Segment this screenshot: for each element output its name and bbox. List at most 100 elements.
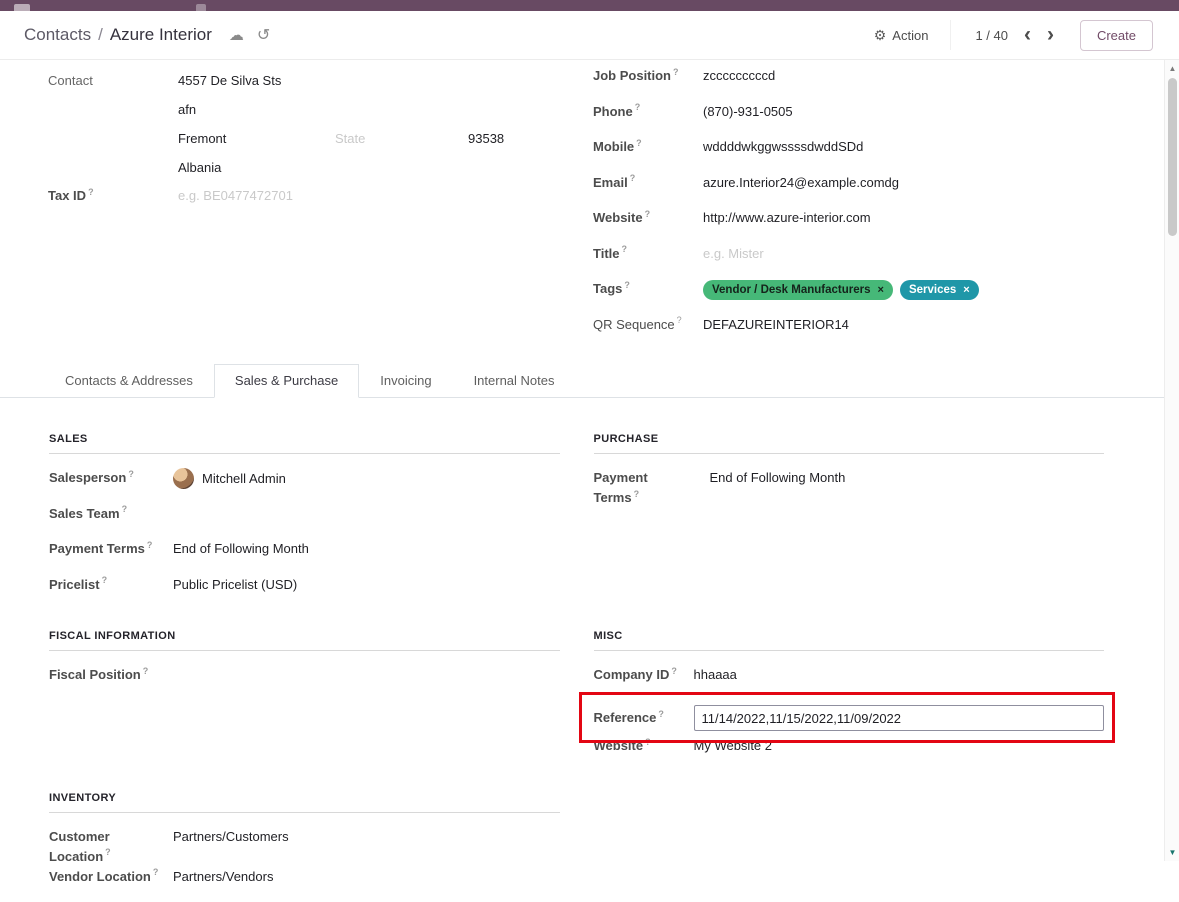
help-icon: ? [658,709,664,719]
website-field[interactable]: http://www.azure-interior.com [703,208,871,228]
pricelist-label: Pricelist? [49,575,173,595]
pricelist-field[interactable]: Public Pricelist (USD) [173,575,297,595]
details-column: Job Position? zcccccccccd Phone? (870)-9… [593,66,1104,350]
tab-internal-notes[interactable]: Internal Notes [453,364,576,397]
scrollbar-thumb[interactable] [1168,78,1177,236]
title-field[interactable]: e.g. Mister [703,244,764,264]
tag-vendor-desk-manufacturers[interactable]: Vendor / Desk Manufacturers × [703,280,893,300]
job-position-field[interactable]: zcccccccccd [703,66,775,86]
save-cloud-icon[interactable]: ☁ [229,26,244,44]
tax-id-field[interactable]: e.g. BE0477472701 [178,186,293,206]
reference-input[interactable] [694,705,1105,731]
create-button[interactable]: Create [1080,20,1153,51]
field-row-title: Title? e.g. Mister [593,244,1104,280]
help-icon: ? [143,666,149,676]
tag-label: Services [909,282,956,298]
purchase-section-title: PURCHASE [594,433,1105,454]
payment-terms-label: Payment Terms? [49,539,173,559]
field-row-tags: Tags? Vendor / Desk Manufacturers × Serv… [593,279,1104,315]
salesperson-name[interactable]: Mitchell Admin [202,469,286,489]
sales-team-label: Sales Team? [49,504,173,524]
misc-website-label-text: Website [594,738,644,753]
purchase-payment-terms-field[interactable]: End of Following Month [710,468,846,488]
nav-menu-item[interactable] [196,4,206,11]
gear-icon: ⚙ [874,27,887,44]
field-row-fiscal-position: Fiscal Position? [49,665,560,701]
payment-terms-label-text: Payment Terms [49,541,145,556]
inventory-section: INVENTORY Customer Location? Partners/Cu… [49,792,560,902]
qr-sequence-field[interactable]: DEFAZUREINTERIOR14 [703,315,849,335]
tags-field[interactable]: Vendor / Desk Manufacturers × Services × [703,279,979,300]
top-navbar [0,0,1179,11]
help-icon: ? [634,489,640,499]
phone-label-text: Phone [593,104,633,119]
tag-remove-icon[interactable]: × [963,282,969,298]
city-field[interactable]: Fremont [178,124,335,153]
help-icon: ? [153,867,159,877]
breadcrumb-contacts-link[interactable]: Contacts [24,25,91,45]
email-field[interactable]: azure.Interior24@example.comdg [703,173,899,193]
payment-terms-field[interactable]: End of Following Month [173,539,309,559]
phone-field[interactable]: (870)-931-0505 [703,102,793,122]
breadcrumb: Contacts / Azure Interior ☁ ↺ [24,25,270,45]
email-label: Email? [593,173,703,193]
discard-changes-icon[interactable]: ↺ [257,25,270,45]
field-row-misc-website: Website? My Website 2 [594,736,1105,772]
vendor-location-field[interactable]: Partners/Vendors [173,867,273,887]
pager-value: 1 / 40 [975,28,1008,43]
scroll-up-icon[interactable]: ▲ [1165,64,1179,73]
field-row-website: Website? http://www.azure-interior.com [593,208,1104,244]
control-panel: Contacts / Azure Interior ☁ ↺ ⚙ Action 1… [0,11,1179,60]
salesperson-avatar [173,468,194,489]
help-icon: ? [102,575,108,585]
notebook-tabs: Contacts & Addresses Sales & Purchase In… [0,364,1164,398]
customer-location-field[interactable]: Partners/Customers [173,827,289,847]
tab-sales-purchase[interactable]: Sales & Purchase [214,364,359,398]
mobile-label-text: Mobile [593,139,634,154]
tag-remove-icon[interactable]: × [878,282,884,298]
field-row-sales-team: Sales Team? [49,504,560,540]
sales-team-label-text: Sales Team [49,506,120,521]
mobile-field[interactable]: wddddwkggwssssdwddSDd [703,137,863,157]
sales-purchase-tab-content: SALES Salesperson? Mitchell Admin Sales … [0,398,1164,902]
tab-invoicing[interactable]: Invoicing [359,364,452,397]
field-row-phone: Phone? (870)-931-0505 [593,102,1104,138]
website-label-text: Website [593,210,643,225]
pager-next-icon[interactable]: › [1047,25,1054,45]
company-id-field[interactable]: hhaaaa [694,665,737,685]
salesperson-field[interactable]: Mitchell Admin [173,468,286,489]
reference-label-text: Reference [594,710,657,725]
country-field[interactable]: Albania [178,153,504,182]
help-icon: ? [624,280,630,290]
field-row-job-position: Job Position? zcccccccccd [593,66,1104,102]
street-field[interactable]: 4557 De Silva Sts [178,66,504,95]
inventory-section-title: INVENTORY [49,792,560,813]
pager-previous-icon[interactable]: ‹ [1024,25,1031,45]
title-label: Title? [593,244,703,264]
vertical-scrollbar[interactable]: ▲ ▼ [1164,60,1179,861]
tag-label: Vendor / Desk Manufacturers [712,282,871,298]
action-menu-button[interactable]: ⚙ Action [874,27,951,44]
state-field[interactable]: State [335,124,468,153]
reference-label: Reference? [594,708,694,728]
street2-field[interactable]: afn [178,95,504,124]
job-position-label: Job Position? [593,66,703,86]
field-row-qr-sequence: QR Sequence? DEFAZUREINTERIOR14 [593,315,1104,351]
pager: 1 / 40 ‹ › [950,20,1064,50]
misc-website-field[interactable]: My Website 2 [694,736,773,756]
fiscal-section-title: FISCAL INFORMATION [49,630,560,651]
action-label: Action [892,28,928,43]
vendor-location-label: Vendor Location? [49,867,173,887]
tab-contacts-addresses[interactable]: Contacts & Addresses [44,364,214,397]
apps-menu-icon[interactable] [14,4,30,11]
qr-sequence-label-text: QR Sequence [593,317,675,332]
title-label-text: Title [593,246,620,261]
field-row-payment-terms-sales: Payment Terms? End of Following Month [49,539,560,575]
email-label-text: Email [593,175,628,190]
scroll-down-icon[interactable]: ▼ [1165,848,1179,857]
city-state-zip-row: Fremont State 93538 [178,124,504,153]
help-icon: ? [671,666,677,676]
tag-services[interactable]: Services × [900,280,979,300]
zip-field[interactable]: 93538 [468,124,504,153]
help-icon: ? [630,173,636,183]
